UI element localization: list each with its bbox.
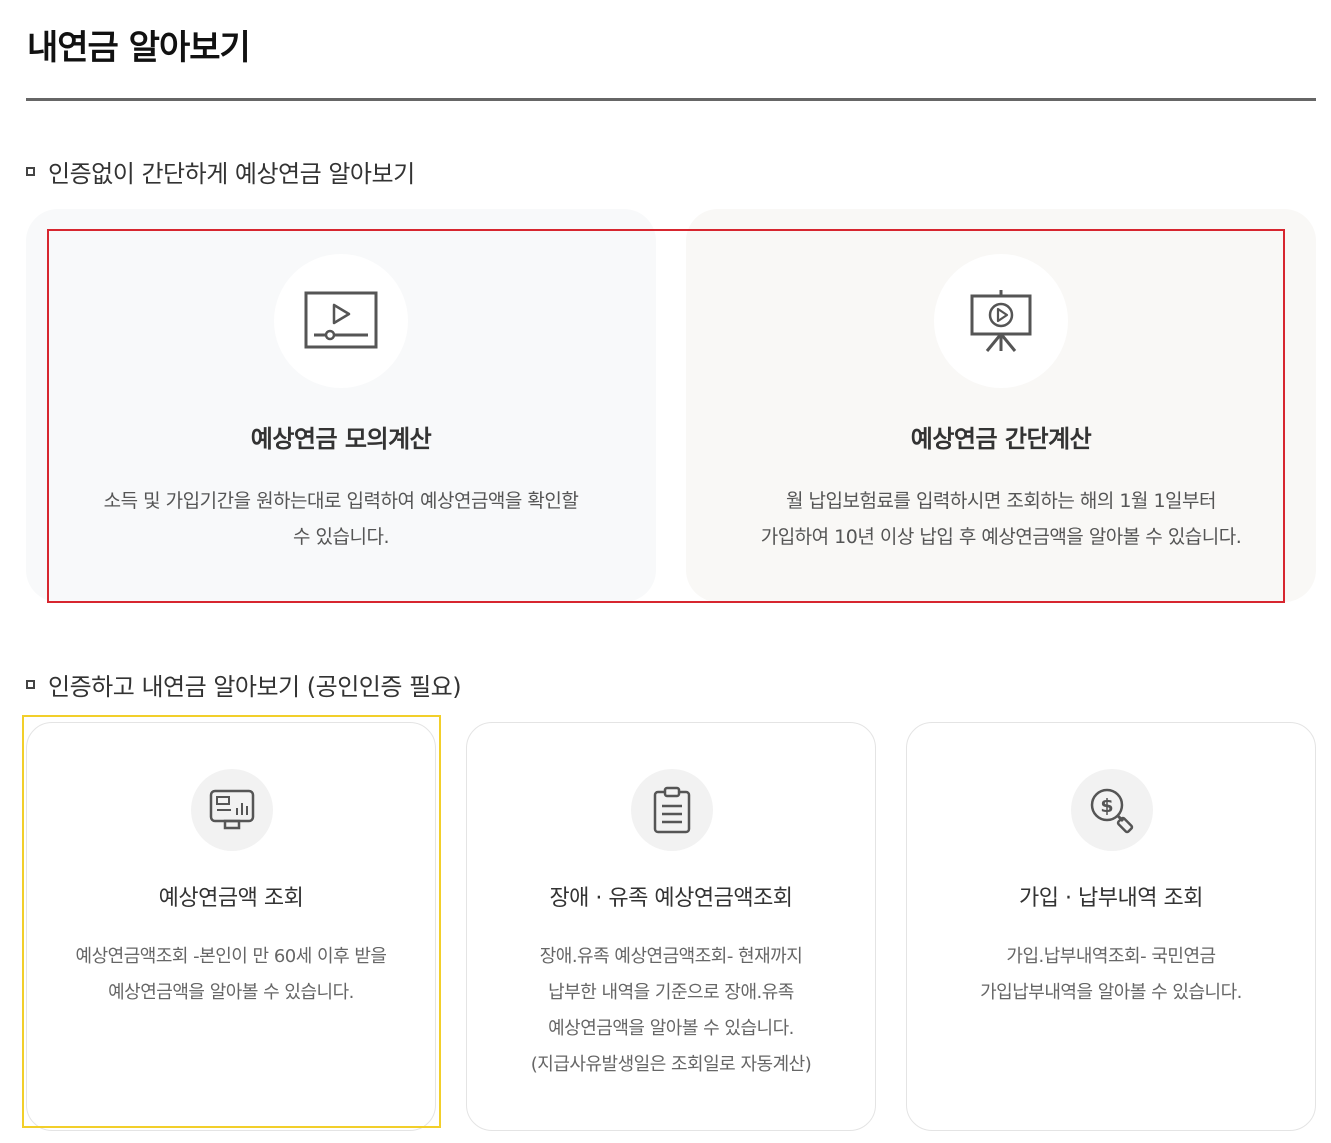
section-heading-label: 인증없이 간단하게 예상연금 알아보기 [48, 160, 415, 188]
card-desc-line: 수 있습니다. [293, 526, 389, 548]
card-desc-line: 예상연금액을 알아볼 수 있습니다. [548, 1018, 794, 1039]
square-bullet-icon [26, 680, 35, 689]
card-title: 장애 · 유족 예상연금액조회 [549, 886, 793, 911]
icon-circle [274, 254, 408, 388]
card-title: 예상연금 간단계산 [910, 425, 1092, 453]
expected-pension-inquiry-card[interactable]: 예상연금액 조회 예상연금액조회 -본인이 만 60세 이후 받을 예상연금액을… [26, 722, 436, 1131]
mock-calculation-card[interactable]: 예상연금 모의계산 소득 및 가입기간을 원하는대로 입력하여 예상연금액을 확… [26, 209, 656, 602]
card-desc-line: (지급사유발생일은 조회일로 자동계산) [530, 1054, 812, 1075]
icon-circle [191, 769, 273, 851]
card-desc-line: 가입납부내역을 알아볼 수 있습니다. [980, 982, 1242, 1003]
svg-text:$: $ [1100, 795, 1113, 817]
card-description: 소득 및 가입기간을 원하는대로 입력하여 예상연금액을 확인할 수 있습니다. [66, 483, 616, 555]
section-heading-no-auth: 인증없이 간단하게 예상연금 알아보기 [26, 154, 415, 189]
card-description: 가입.납부내역조회- 국민연금 가입납부내역을 알아볼 수 있습니다. [927, 939, 1295, 1011]
card-desc-line: 예상연금액조회 -본인이 만 60세 이후 받을 [75, 946, 387, 967]
card-desc-line: 납부한 내역을 기준으로 장애.유족 [548, 982, 794, 1003]
card-desc-line: 가입.납부내역조회- 국민연금 [1006, 946, 1216, 967]
card-title: 예상연금액 조회 [158, 886, 304, 911]
card-desc-line: 예상연금액을 알아볼 수 있습니다. [108, 982, 354, 1003]
icon-circle: $ [1071, 769, 1153, 851]
icon-circle [934, 254, 1068, 388]
section-heading-label: 인증하고 내연금 알아보기 (공인인증 필요) [48, 673, 462, 701]
presentation-easel-icon [970, 290, 1032, 352]
simple-calculation-card[interactable]: 예상연금 간단계산 월 납입보험료를 입력하시면 조회하는 해의 1월 1일부터… [686, 209, 1316, 602]
dollar-search-icon: $ [1090, 788, 1134, 834]
card-desc-line: 가입하여 10년 이상 납입 후 예상연금액을 알아볼 수 있습니다. [760, 526, 1242, 548]
enrollment-payment-history-card[interactable]: $ 가입 · 납부내역 조회 가입.납부내역조회- 국민연금 가입납부내역을 알… [906, 722, 1316, 1131]
title-divider [26, 98, 1316, 101]
video-player-icon [304, 291, 378, 349]
card-title: 가입 · 납부내역 조회 [1019, 886, 1203, 911]
card-desc-line: 월 납입보험료를 입력하시면 조회하는 해의 1월 1일부터 [786, 490, 1216, 512]
card-description: 장애.유족 예상연금액조회- 현재까지 납부한 내역을 기준으로 장애.유족 예… [487, 939, 855, 1083]
disability-survivor-pension-inquiry-card[interactable]: 장애 · 유족 예상연금액조회 장애.유족 예상연금액조회- 현재까지 납부한 … [466, 722, 876, 1131]
section-heading-auth: 인증하고 내연금 알아보기 (공인인증 필요) [26, 667, 462, 702]
card-description: 예상연금액조회 -본인이 만 60세 이후 받을 예상연금액을 알아볼 수 있습… [47, 939, 415, 1011]
card-desc-line: 소득 및 가입기간을 원하는대로 입력하여 예상연금액을 확인할 [103, 490, 579, 512]
square-bullet-icon [26, 167, 35, 176]
card-description: 월 납입보험료를 입력하시면 조회하는 해의 1월 1일부터 가입하여 10년 … [726, 483, 1276, 555]
card-title: 예상연금 모의계산 [250, 425, 432, 453]
card-desc-line: 장애.유족 예상연금액조회- 현재까지 [539, 946, 803, 967]
monitor-chart-icon [209, 789, 255, 830]
clipboard-icon [653, 786, 691, 834]
icon-circle [631, 769, 713, 851]
page-title: 내연금 알아보기 [27, 28, 251, 68]
